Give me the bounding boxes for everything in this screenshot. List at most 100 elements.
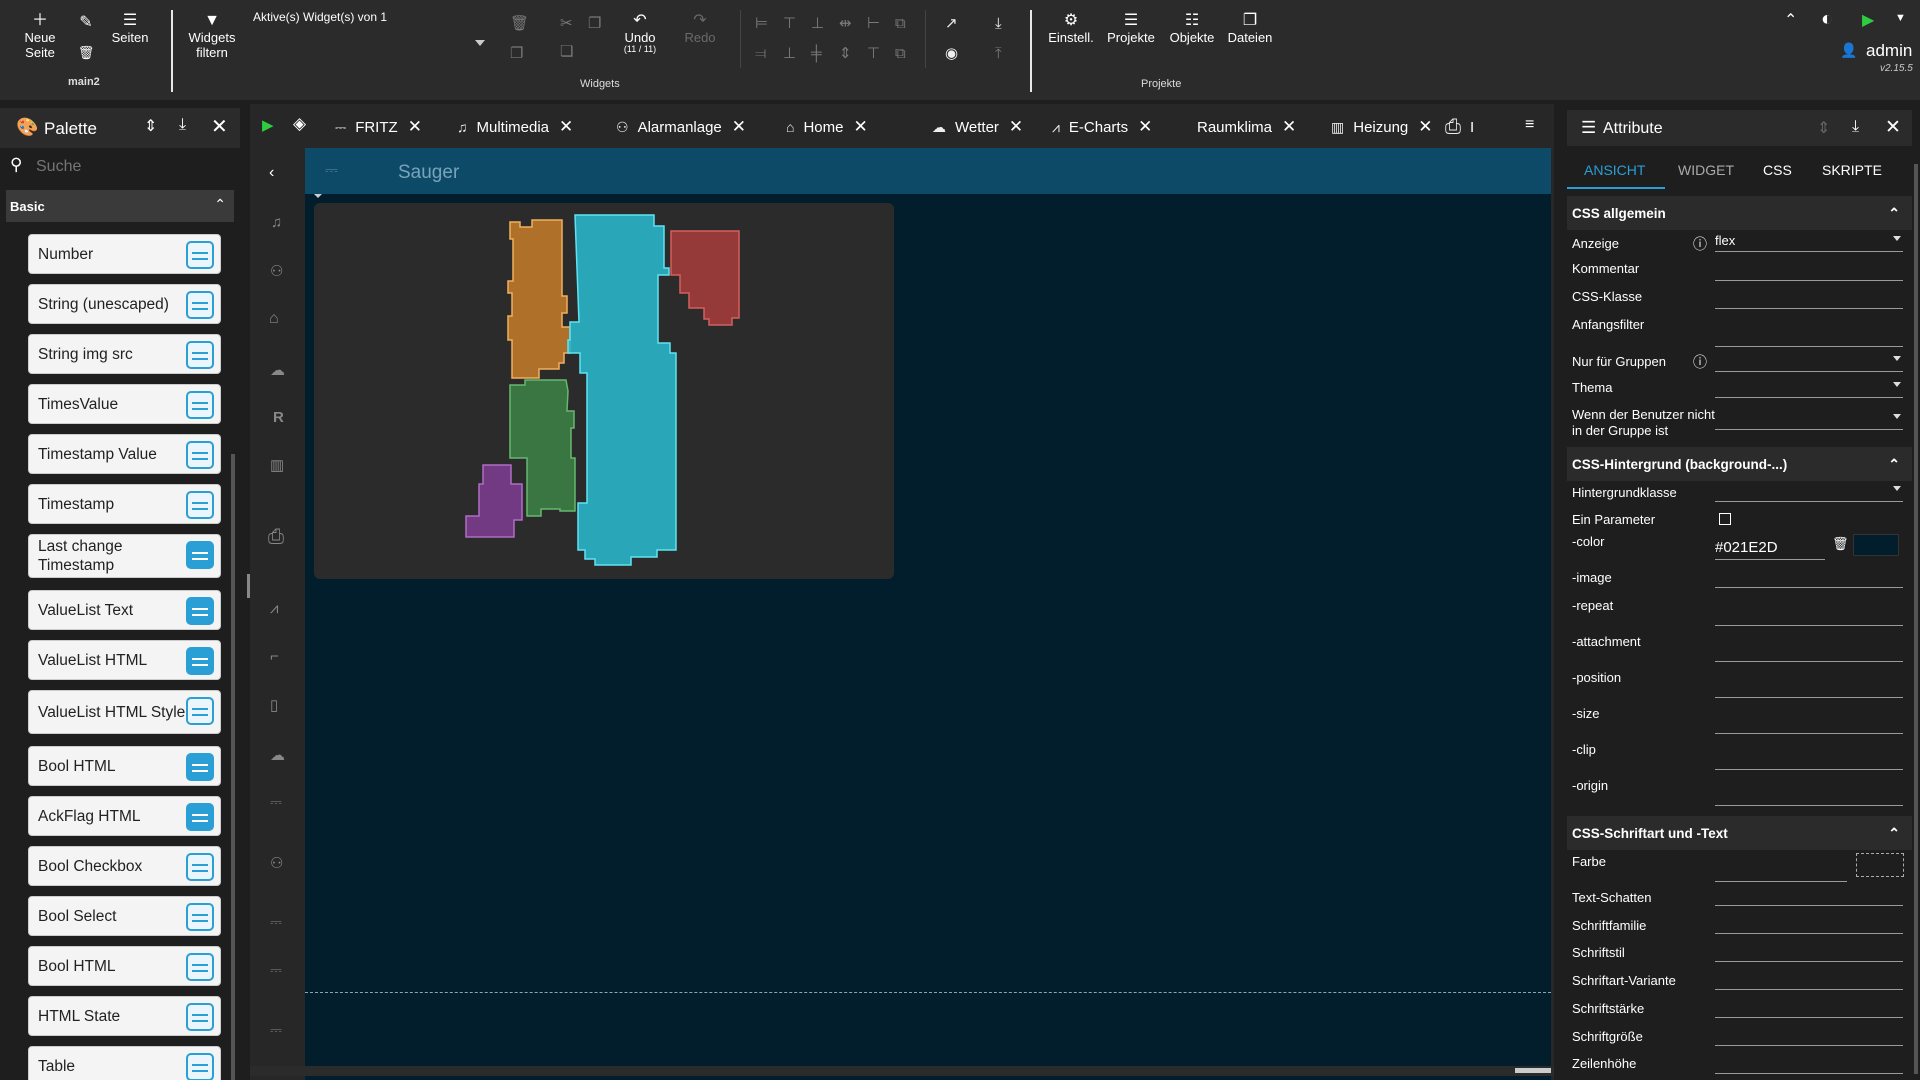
section-css-general[interactable]: CSS allgemein ⌃ — [1567, 196, 1912, 230]
cut-icon[interactable]: ✂ — [560, 16, 573, 31]
raumklima-icon[interactable]: R — [273, 409, 284, 426]
distribute-height-icon[interactable]: ⊤ — [867, 46, 880, 61]
display-select[interactable]: flex — [1715, 232, 1903, 252]
font-size-field[interactable] — [1715, 1026, 1903, 1046]
clip-field[interactable] — [1715, 750, 1903, 770]
palette-item[interactable]: ValueList Text — [28, 590, 221, 630]
new-page-button[interactable]: ＋ Neue Seite — [20, 12, 60, 60]
menu-icon[interactable]: ≡ — [1525, 116, 1534, 134]
eye-off-icon[interactable]: ◉ — [945, 46, 958, 61]
attachment-field[interactable] — [1715, 642, 1903, 662]
widget-select-dropdown[interactable] — [475, 40, 485, 46]
pages-button[interactable]: ☰ Seiten — [108, 12, 152, 45]
view-tab[interactable]: ⚇ Alarmanlage ✕ — [616, 114, 746, 140]
vacuum-map-widget[interactable] — [314, 203, 894, 579]
copy-icon[interactable]: ❐ — [588, 16, 601, 31]
fritz-icon[interactable]: ⎓ — [270, 914, 282, 931]
export-icon[interactable]: ⤒ — [995, 46, 1002, 61]
music-note-icon[interactable]: ♫ — [271, 214, 282, 231]
css-class-field[interactable] — [1715, 289, 1903, 309]
repeat-field[interactable] — [1715, 606, 1903, 626]
font-weight-field[interactable] — [1715, 998, 1903, 1018]
close-icon[interactable]: ✕ — [211, 114, 228, 139]
chart-icon[interactable]: ⩘ — [270, 600, 278, 617]
import-icon[interactable]: ⤓ — [995, 16, 1002, 31]
home-icon[interactable]: ⌂ — [269, 310, 279, 328]
palette-item[interactable]: Last change Timestamp — [28, 534, 221, 578]
distribute-h-icon[interactable]: ⇹ — [839, 16, 852, 31]
view-tab[interactable]: ⎙ I — [1445, 114, 1474, 140]
font-family-field[interactable] — [1715, 914, 1903, 934]
palette-item[interactable]: Bool Checkbox — [28, 846, 221, 886]
scrollbar[interactable] — [1914, 164, 1918, 1074]
weather-icon[interactable]: ☁ — [270, 746, 285, 764]
align-right-icon[interactable]: ⫤ — [755, 46, 766, 61]
attr-tab-css[interactable]: CSS — [1763, 162, 1792, 178]
font-color-swatch[interactable] — [1856, 853, 1904, 877]
view-tab[interactable]: Raumklima ✕ — [1197, 114, 1296, 140]
paste-icon[interactable]: ❏ — [560, 44, 573, 59]
section-css-font[interactable]: CSS-Schriftart und -Text ⌃ — [1567, 816, 1912, 850]
alarm-icon[interactable]: ⚇ — [270, 854, 283, 872]
align-left-icon[interactable]: ⊨ — [755, 16, 768, 31]
view-canvas[interactable]: ⎓ Sauger — [305, 148, 1551, 1080]
same-height-icon[interactable]: ⧉ — [895, 46, 906, 61]
open-external-icon[interactable]: ↗ — [945, 16, 958, 31]
text-shadow-field[interactable] — [1715, 886, 1903, 906]
align-bottom-icon[interactable]: ⊥ — [783, 46, 796, 61]
distribute-v-icon[interactable]: ⇕ — [839, 46, 852, 61]
scroll-thumb[interactable] — [1515, 1068, 1551, 1073]
comment-field[interactable] — [1715, 261, 1903, 281]
category-header[interactable]: Basic ⌃ — [6, 190, 234, 222]
view-tab[interactable]: ♫ Multimedia ✕ — [457, 114, 573, 140]
close-icon[interactable]: ✕ — [853, 117, 867, 137]
delete-page-button[interactable]: 🗑 — [74, 44, 98, 62]
projects-button[interactable]: ☰ Projekte — [1106, 12, 1156, 45]
close-icon[interactable]: ✕ — [1282, 117, 1296, 137]
palette-item[interactable]: Table — [28, 1046, 221, 1080]
undo-button[interactable]: ↶ Undo (11 / 11) — [620, 12, 660, 54]
color-field[interactable]: #021E2D — [1715, 534, 1825, 560]
bg-class-select[interactable] — [1715, 482, 1903, 502]
palette-item[interactable]: String img src — [28, 334, 221, 374]
palette-item[interactable]: Timestamp — [28, 484, 221, 524]
attr-tab-skripte[interactable]: SKRIPTE — [1822, 162, 1882, 178]
font-color-field[interactable] — [1715, 862, 1847, 882]
expand-icon[interactable]: ⇕ — [1817, 118, 1830, 138]
view-tab[interactable]: ⩘ E-Charts ✕ — [1052, 114, 1152, 140]
fritz-icon[interactable]: ⎓ — [270, 794, 282, 811]
image-field[interactable] — [1715, 568, 1903, 588]
palette-item[interactable]: Bool HTML — [28, 746, 221, 786]
line-height-field[interactable] — [1715, 1054, 1903, 1074]
view-tab[interactable]: ⎓ FRITZ ✕ — [335, 114, 422, 140]
info-icon[interactable]: ⓘ — [1693, 234, 1707, 254]
palette-item[interactable]: ValueList HTML Style — [28, 690, 221, 734]
font-variant-field[interactable] — [1715, 970, 1903, 990]
font-style-field[interactable] — [1715, 942, 1903, 962]
palette-item[interactable]: ValueList HTML — [28, 640, 221, 680]
fritz-icon[interactable]: ⎓ — [270, 962, 282, 979]
trash-icon[interactable]: 🗑 — [1832, 536, 1849, 552]
origin-field[interactable] — [1715, 786, 1903, 806]
one-param-checkbox[interactable] — [1719, 513, 1731, 525]
fritz-icon[interactable]: ⎓ — [270, 1022, 282, 1039]
info-icon[interactable]: ⓘ — [1693, 352, 1707, 372]
palette-item[interactable]: Number — [28, 234, 221, 274]
close-icon[interactable]: ✕ — [559, 117, 573, 137]
objects-button[interactable]: ☷ Objekte — [1168, 12, 1216, 45]
files-button[interactable]: ❐ Dateien — [1226, 12, 1274, 45]
printer-icon[interactable]: ⎙ — [268, 526, 284, 549]
align-top-icon[interactable]: ⊤ — [783, 16, 796, 31]
expand-icon[interactable]: ⇕ — [144, 116, 157, 136]
widgets-filter-button[interactable]: ▼ Widgets filtern — [184, 12, 240, 60]
chevron-left-icon[interactable]: ‹ — [269, 164, 274, 182]
door-icon[interactable]: ▯ — [270, 696, 278, 714]
palette-search-input[interactable] — [36, 154, 232, 180]
attr-tab-ansicht[interactable]: ANSICHT — [1584, 162, 1645, 178]
color-swatch[interactable] — [1853, 534, 1899, 556]
section-css-background[interactable]: CSS-Hintergrund (background-...) ⌃ — [1567, 447, 1912, 481]
close-icon[interactable]: ✕ — [1138, 117, 1152, 137]
position-field[interactable] — [1715, 678, 1903, 698]
palette-item[interactable]: HTML State — [28, 996, 221, 1036]
palette-item[interactable]: Timestamp Value — [28, 434, 221, 474]
